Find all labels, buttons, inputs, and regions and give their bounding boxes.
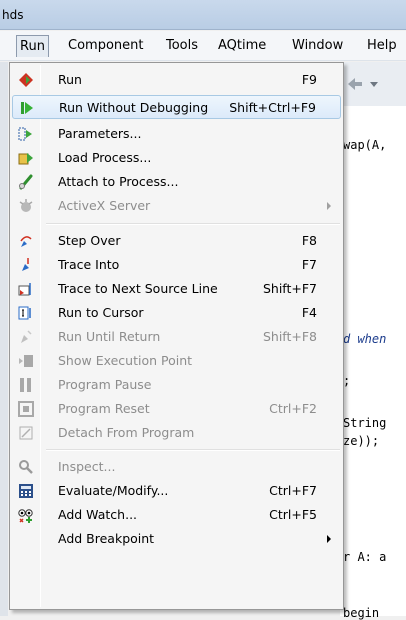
menu-item-label: Step Over <box>58 233 121 248</box>
trace-into-icon <box>22 258 29 271</box>
back-arrow-icon[interactable] <box>348 78 362 90</box>
menu-item-attach-process[interactable]: Attach to Process... <box>12 170 341 194</box>
menu-tools[interactable]: Tools <box>166 38 198 53</box>
menu-item-shortcut: Shift+Ctrl+F9 <box>229 100 316 115</box>
code-line: r A: a <box>343 550 387 564</box>
toolbar <box>340 62 406 106</box>
pause-icon <box>20 378 31 392</box>
run-menu-dropdown: Run F9 Run Without Debugging Shift+Ctrl+… <box>9 62 344 610</box>
code-line: d when <box>343 332 387 346</box>
run-without-debugging-icon <box>21 102 33 114</box>
menu-item-shortcut: Ctrl+F2 <box>269 401 317 416</box>
code-line: ; <box>343 374 351 388</box>
menu-item-label: Run to Cursor <box>58 305 144 320</box>
menu-item-program-reset[interactable]: Program Reset Ctrl+F2 <box>12 397 341 421</box>
menu-item-activex-server[interactable]: ActiveX Server <box>12 194 341 218</box>
menu-item-detach-from-program[interactable]: Detach From Program <box>12 421 341 445</box>
menu-item-program-pause[interactable]: Program Pause <box>12 373 341 397</box>
menu-item-label: Attach to Process... <box>58 174 179 189</box>
submenu-arrow-icon <box>327 535 331 543</box>
menu-item-label: Trace Into <box>58 257 120 272</box>
trace-next-line-icon <box>18 283 31 296</box>
show-execution-point-icon <box>19 355 33 367</box>
menu-item-label: Detach From Program <box>58 425 195 440</box>
menu-item-label: Parameters... <box>58 126 142 141</box>
menu-item-shortcut: F4 <box>301 305 317 320</box>
inspect-icon <box>19 460 33 474</box>
run-until-return-icon <box>21 330 32 343</box>
menu-item-label: Inspect... <box>58 459 116 474</box>
menu-item-add-watch[interactable]: Add Watch... Ctrl+F5 <box>12 503 341 527</box>
menu-run[interactable]: Run <box>16 35 49 57</box>
menu-item-show-execution-point[interactable]: Show Execution Point <box>12 349 341 373</box>
menu-item-label: Trace to Next Source Line <box>58 281 218 296</box>
menu-item-run-to-cursor[interactable]: Run to Cursor F4 <box>12 301 341 325</box>
run-icon <box>19 73 33 87</box>
menu-item-inspect[interactable]: Inspect... <box>12 455 341 479</box>
menu-item-shortcut: Ctrl+F7 <box>269 483 317 498</box>
menu-item-label: Program Reset <box>58 401 150 416</box>
menu-item-evaluate-modify[interactable]: Evaluate/Modify... Ctrl+F7 <box>12 479 341 503</box>
code-editor[interactable]: wap(A, d when ; String ze)); r A: a begi… <box>340 106 406 620</box>
parameters-icon <box>18 127 32 141</box>
menu-component[interactable]: Component <box>68 38 143 53</box>
attach-process-icon <box>19 174 33 190</box>
menu-aqtime[interactable]: AQtime <box>218 38 266 53</box>
evaluate-icon <box>19 484 33 498</box>
menu-item-shortcut: F8 <box>301 233 317 248</box>
menu-item-shortcut: F9 <box>301 72 317 87</box>
menu-item-run-without-debugging[interactable]: Run Without Debugging Shift+Ctrl+F9 <box>12 95 341 119</box>
menu-item-label: Load Process... <box>58 150 152 165</box>
code-line: String <box>343 416 387 430</box>
menu-item-label: Run <box>58 72 82 87</box>
menu-item-label: Add Watch... <box>58 507 138 522</box>
window-title: hds <box>2 8 24 22</box>
menu-item-label: Evaluate/Modify... <box>58 483 169 498</box>
menu-item-label: Run Until Return <box>58 329 161 344</box>
menu-item-label: ActiveX Server <box>58 198 151 213</box>
menu-item-shortcut: F7 <box>301 257 317 272</box>
menu-window[interactable]: Window <box>292 38 343 53</box>
menu-item-trace-into[interactable]: Trace Into F7 <box>12 253 341 277</box>
menu-item-trace-next-source-line[interactable]: Trace to Next Source Line Shift+F7 <box>12 277 341 301</box>
code-line: ze)); <box>343 434 380 448</box>
activex-server-icon <box>19 199 33 212</box>
load-process-icon <box>18 153 33 165</box>
menu-item-label: Program Pause <box>58 377 152 392</box>
menu-item-shortcut: Ctrl+F5 <box>269 507 317 522</box>
menu-item-shortcut: Shift+F8 <box>262 329 317 344</box>
left-panel <box>0 62 8 616</box>
menu-item-parameters[interactable]: Parameters... <box>12 122 341 146</box>
menu-separator <box>46 449 340 451</box>
menu-item-label: Show Execution Point <box>58 353 193 368</box>
reset-icon <box>18 401 34 417</box>
code-line: begin <box>343 606 380 620</box>
title-bar: hds <box>0 0 406 30</box>
run-to-cursor-icon <box>18 306 31 320</box>
code-line: wap(A, <box>343 138 387 152</box>
menu-item-run-until-return[interactable]: Run Until Return Shift+F8 <box>12 325 341 349</box>
menu-item-run[interactable]: Run F9 <box>12 68 341 92</box>
menu-help[interactable]: Help <box>367 38 397 53</box>
menu-item-step-over[interactable]: Step Over F8 <box>12 229 341 253</box>
chevron-down-icon[interactable] <box>370 82 378 87</box>
add-watch-icon <box>18 509 33 523</box>
menu-separator <box>46 223 340 225</box>
menu-item-shortcut: Shift+F7 <box>262 281 317 296</box>
step-over-icon <box>20 236 32 247</box>
menu-bar: Run Component Tools AQtime Window Help <box>0 31 406 61</box>
menu-item-label: Add Breakpoint <box>58 531 155 546</box>
detach-icon <box>19 426 33 440</box>
submenu-arrow-icon <box>327 202 331 210</box>
menu-item-add-breakpoint[interactable]: Add Breakpoint <box>12 527 341 551</box>
menu-item-load-process[interactable]: Load Process... <box>12 146 341 170</box>
menu-item-label: Run Without Debugging <box>59 100 209 115</box>
